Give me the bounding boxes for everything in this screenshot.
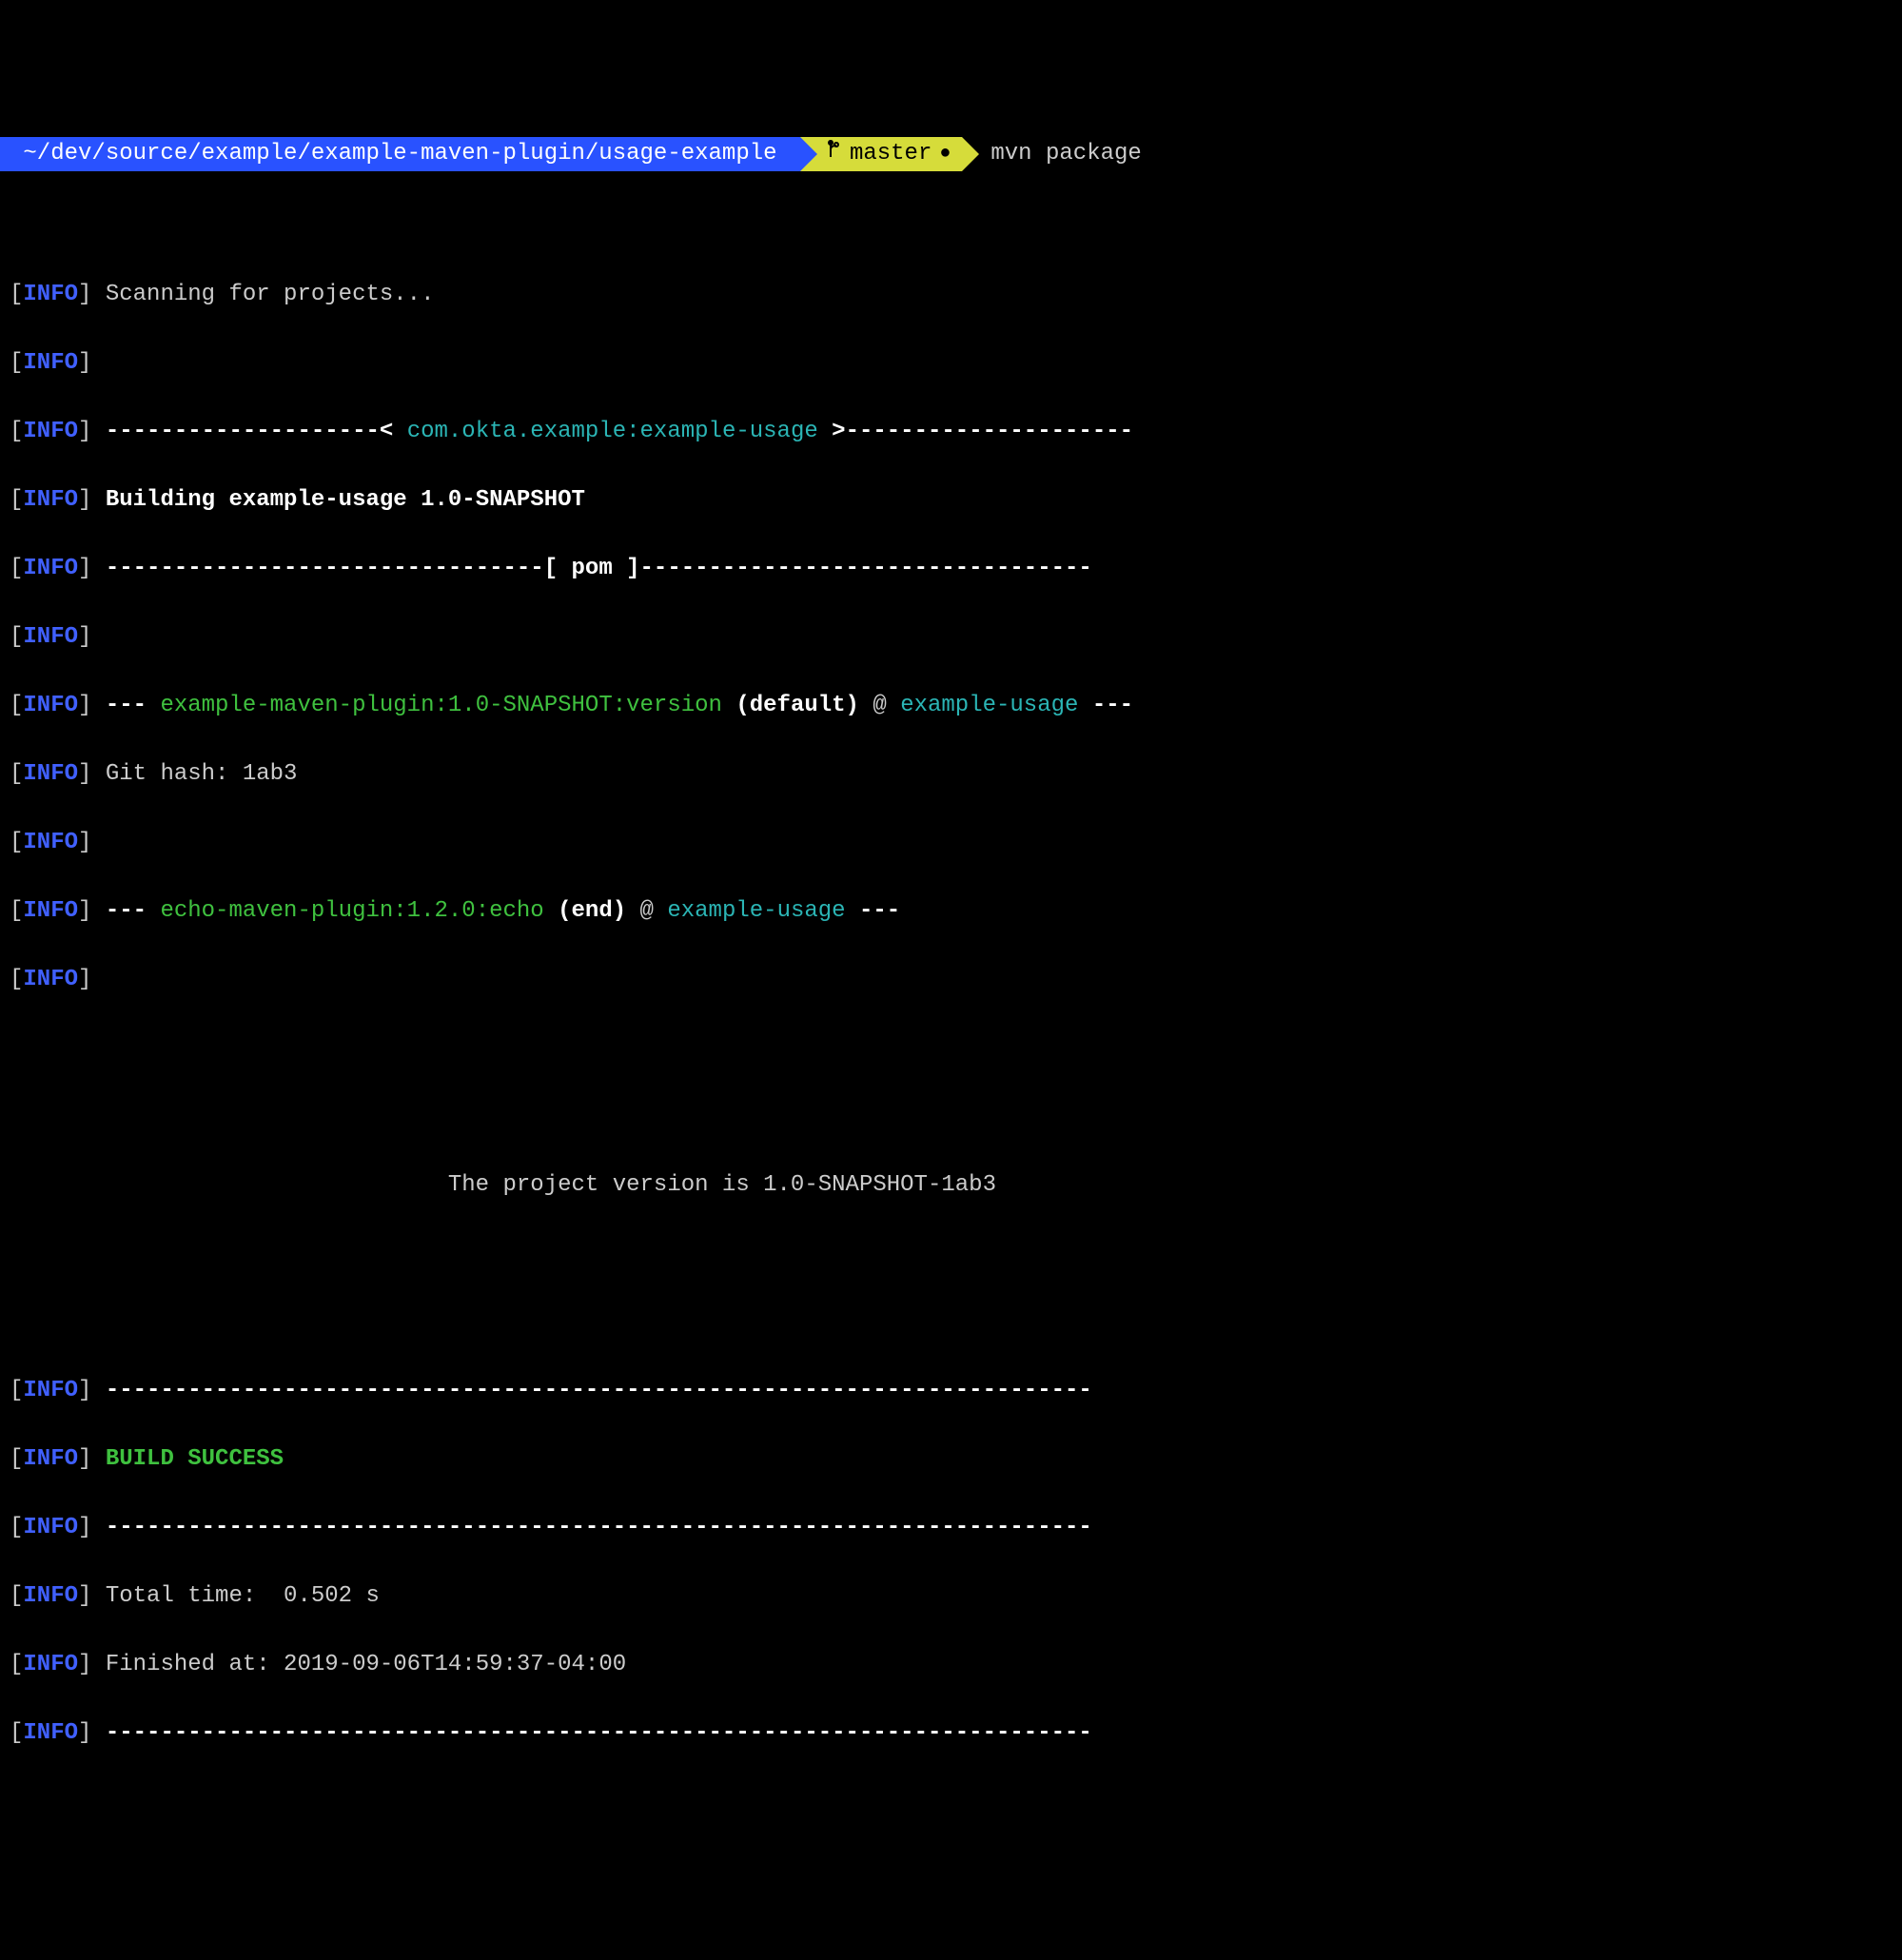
output-line: [INFO] Building example-usage 1.0-SNAPSH… — [10, 483, 1892, 518]
prompt-git-branch: master ● — [800, 137, 962, 171]
output-line: [INFO] --------------------------------[… — [10, 552, 1892, 586]
git-branch-icon — [827, 137, 842, 171]
output-line — [10, 1100, 1892, 1134]
git-branch-name: master — [850, 137, 931, 171]
output-line: [INFO] Scanning for projects... — [10, 278, 1892, 312]
echo-output-line: The project version is 1.0-SNAPSHOT-1ab3 — [10, 1168, 1892, 1203]
prompt-bar: ~/dev/source/example/example-maven-plugi… — [0, 137, 1902, 171]
output-line: [INFO] — [10, 620, 1892, 655]
git-dirty-indicator-icon: ● — [939, 140, 951, 168]
output-line: [INFO] ---------------------------------… — [10, 1374, 1892, 1408]
output-line: [INFO] --- example-maven-plugin:1.0-SNAP… — [10, 689, 1892, 723]
output-line: [INFO] --------------------< com.okta.ex… — [10, 415, 1892, 449]
output-line — [10, 1237, 1892, 1271]
output-line: [INFO] --- echo-maven-plugin:1.2.0:echo … — [10, 894, 1892, 929]
output-line: [INFO] BUILD SUCCESS — [10, 1442, 1892, 1477]
output-line: [INFO] Total time: 0.502 s — [10, 1579, 1892, 1614]
output-line: [INFO] — [10, 826, 1892, 860]
output-line: [INFO] — [10, 963, 1892, 997]
output-line — [10, 1031, 1892, 1066]
output-line: [INFO] — [10, 346, 1892, 381]
output-line — [10, 1305, 1892, 1340]
prompt-command[interactable]: mvn package — [962, 137, 1141, 171]
output-line: [INFO] Git hash: 1ab3 — [10, 757, 1892, 792]
output-line: [INFO] ---------------------------------… — [10, 1716, 1892, 1751]
prompt-path: ~/dev/source/example/example-maven-plugi… — [0, 137, 800, 171]
terminal-output: [INFO] Scanning for projects... [INFO] [… — [0, 240, 1902, 1789]
output-line: [INFO] Finished at: 2019-09-06T14:59:37-… — [10, 1648, 1892, 1682]
output-line: [INFO] ---------------------------------… — [10, 1511, 1892, 1545]
